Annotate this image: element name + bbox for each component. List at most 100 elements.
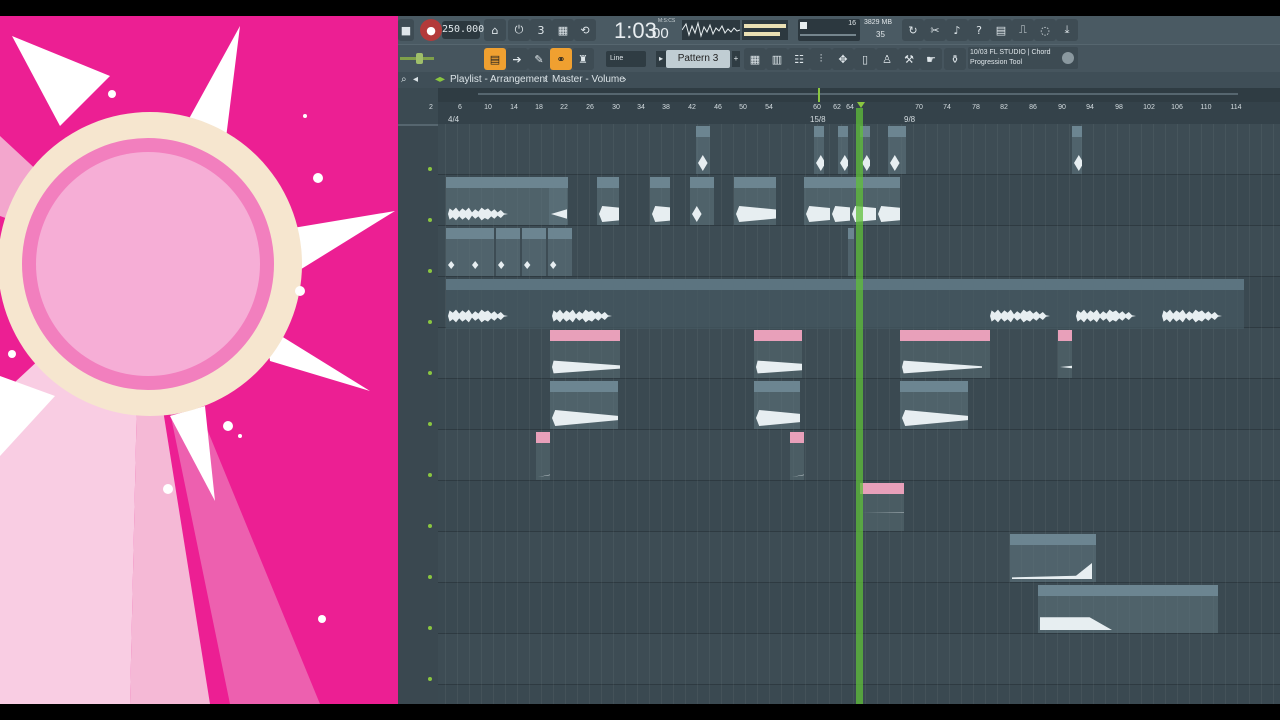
playlist-clip[interactable]: Cyma...wn 1 bbox=[754, 330, 802, 378]
time-sig-marker[interactable]: 15/8 bbox=[810, 115, 826, 124]
playlist-clip[interactable]: Pattern 2 bbox=[446, 279, 550, 329]
track-active-indicator[interactable] bbox=[428, 167, 432, 171]
playlist-clip[interactable] bbox=[597, 177, 619, 225]
track-active-indicator[interactable] bbox=[428, 677, 432, 681]
magnifier-icon[interactable]: ⌕ bbox=[401, 74, 407, 85]
track-active-indicator[interactable] bbox=[428, 320, 432, 324]
track-active-indicator[interactable] bbox=[428, 473, 432, 477]
browser-icon[interactable]: ▯ bbox=[854, 48, 876, 70]
pattern-add-icon[interactable]: + bbox=[732, 51, 740, 67]
playlist-clip[interactable] bbox=[848, 228, 854, 276]
playlist-clip[interactable]: Cymatics...se Down 1 bbox=[550, 330, 620, 378]
playlist-clip[interactable] bbox=[696, 126, 710, 174]
playlist-clip[interactable] bbox=[1058, 330, 1072, 378]
cut-icon[interactable]: ✂ bbox=[924, 19, 946, 41]
oscilloscope-icon bbox=[682, 20, 740, 40]
track-active-indicator[interactable] bbox=[428, 371, 432, 375]
song-position-display[interactable]: 1:03 bbox=[614, 18, 657, 44]
loop-record-icon[interactable]: ⟲ bbox=[574, 19, 596, 41]
waveform bbox=[990, 309, 1050, 323]
automation-clip[interactable]: Master - Volume bbox=[1038, 585, 1218, 633]
download-icon[interactable]: ⤓ bbox=[1056, 19, 1078, 41]
playlist-clip[interactable] bbox=[536, 432, 550, 480]
draw-tool-icon[interactable]: ✎ bbox=[528, 48, 550, 70]
playlist-mode-icon[interactable]: ▤ bbox=[484, 48, 506, 70]
playlist-clip[interactable] bbox=[548, 228, 572, 276]
arrow-right-icon[interactable]: ➔ bbox=[506, 48, 528, 70]
stop-button[interactable]: ■ bbox=[398, 19, 414, 41]
time-sig-marker[interactable]: 4/4 bbox=[448, 115, 459, 124]
record-button[interactable]: ● bbox=[420, 19, 442, 41]
chat-icon[interactable]: ◌ bbox=[1034, 19, 1056, 41]
playlist-clip[interactable] bbox=[650, 177, 670, 225]
playlist-clip[interactable]: Pattern 3 bbox=[550, 279, 988, 329]
time-sig-marker[interactable]: 9/8 bbox=[904, 115, 915, 124]
track-active-indicator[interactable] bbox=[428, 422, 432, 426]
playlist-clip[interactable]: Cy... bbox=[830, 177, 850, 225]
link-icon[interactable]: ⚭ bbox=[550, 48, 572, 70]
playlist-clip[interactable]: Cymatics - W...oise Down 8 bbox=[900, 330, 990, 378]
playlist-clip[interactable]: Pattern 4 bbox=[1160, 279, 1244, 329]
save-icon[interactable]: ▤ bbox=[990, 19, 1012, 41]
playlist-overview[interactable] bbox=[438, 88, 1280, 102]
playlist-clip[interactable]: Cy...5 bbox=[734, 177, 776, 225]
step-edit-icon[interactable]: ▦ bbox=[552, 19, 574, 41]
channel-rack-icon[interactable]: ☷ bbox=[788, 48, 810, 70]
playlist-clip[interactable]: Cymat...ct 15 bbox=[754, 381, 800, 429]
playlist-clip[interactable] bbox=[1072, 126, 1082, 174]
playlist-clip[interactable] bbox=[814, 126, 824, 174]
playlist-clip[interactable]: Cy... bbox=[804, 177, 830, 225]
tools-icon[interactable]: ⚒ bbox=[898, 48, 920, 70]
plug-icon[interactable]: ♙ bbox=[876, 48, 898, 70]
plugin-icon[interactable]: ⎍ bbox=[1012, 19, 1034, 41]
speaker-icon[interactable]: ◂ bbox=[413, 74, 418, 85]
playlist-clip[interactable]: Cymatics...mpact 15 bbox=[550, 381, 618, 429]
breadcrumb-item[interactable]: Master - Volume bbox=[552, 74, 625, 85]
playlist-clip[interactable] bbox=[446, 228, 470, 276]
slider-handle[interactable] bbox=[416, 53, 423, 64]
playlist-clip[interactable] bbox=[838, 126, 848, 174]
track-active-indicator[interactable] bbox=[428, 218, 432, 222]
playlist-clip[interactable]: Cymatics...act 15 #2 bbox=[900, 381, 968, 429]
playlist-clip[interactable] bbox=[496, 228, 520, 276]
playlist-icon[interactable]: ▦ bbox=[744, 48, 766, 70]
track-active-indicator[interactable] bbox=[428, 524, 432, 528]
snap-select[interactable]: Line bbox=[606, 51, 646, 67]
tempo-display[interactable]: 250.000 bbox=[442, 21, 484, 39]
playlist-clip[interactable] bbox=[690, 177, 714, 225]
undo-icon[interactable]: ↻ bbox=[902, 19, 924, 41]
waveform bbox=[599, 206, 619, 222]
clip-label: Pattern 3 bbox=[553, 279, 582, 286]
metronome-icon[interactable]: ⌂ bbox=[484, 19, 506, 41]
track-active-indicator[interactable] bbox=[428, 626, 432, 630]
automation-clip[interactable]: Tempo bbox=[860, 483, 904, 531]
playlist-clip[interactable] bbox=[790, 432, 804, 480]
playlist-clip[interactable] bbox=[470, 228, 494, 276]
wait-input-icon[interactable]: ⏻ bbox=[508, 19, 530, 41]
breadcrumb-root[interactable]: Playlist - Arrangement bbox=[450, 74, 548, 85]
playlist-clip[interactable] bbox=[549, 177, 567, 225]
playlist-clip[interactable] bbox=[876, 177, 900, 225]
mixer-icon[interactable]: ⫶ bbox=[810, 48, 832, 70]
microphone-icon[interactable]: ♪ bbox=[946, 19, 968, 41]
track-active-indicator[interactable] bbox=[428, 269, 432, 273]
playlist-clip[interactable] bbox=[522, 228, 546, 276]
shop-icon[interactable]: ⚱ bbox=[944, 48, 966, 70]
touch-icon[interactable]: ☛ bbox=[920, 48, 942, 70]
help-icon[interactable]: ? bbox=[968, 19, 990, 41]
countdown-icon[interactable]: 3 bbox=[530, 19, 552, 41]
plugin-picker-icon[interactable]: ✥ bbox=[832, 48, 854, 70]
playlist-clip[interactable]: Pattern 4 bbox=[1074, 279, 1160, 329]
automation-clip[interactable]: Param. EQ 2 - ...and 7 freq bbox=[1010, 534, 1096, 582]
ruler-bar-label: 106 bbox=[1171, 104, 1183, 111]
playhead[interactable] bbox=[856, 108, 863, 704]
piano-roll-icon[interactable]: ▥ bbox=[766, 48, 788, 70]
stamp-icon[interactable]: ♜ bbox=[572, 48, 594, 70]
playlist-clip[interactable]: Cy... bbox=[850, 177, 876, 225]
playlist-clip[interactable] bbox=[888, 126, 906, 174]
pattern-prev-icon[interactable]: ▸ bbox=[656, 51, 666, 67]
pattern-selector[interactable]: Pattern 3 bbox=[666, 50, 730, 68]
globe-icon[interactable] bbox=[1062, 52, 1074, 64]
playlist-clip[interactable]: Pattern 3 bbox=[988, 279, 1074, 329]
track-active-indicator[interactable] bbox=[428, 575, 432, 579]
